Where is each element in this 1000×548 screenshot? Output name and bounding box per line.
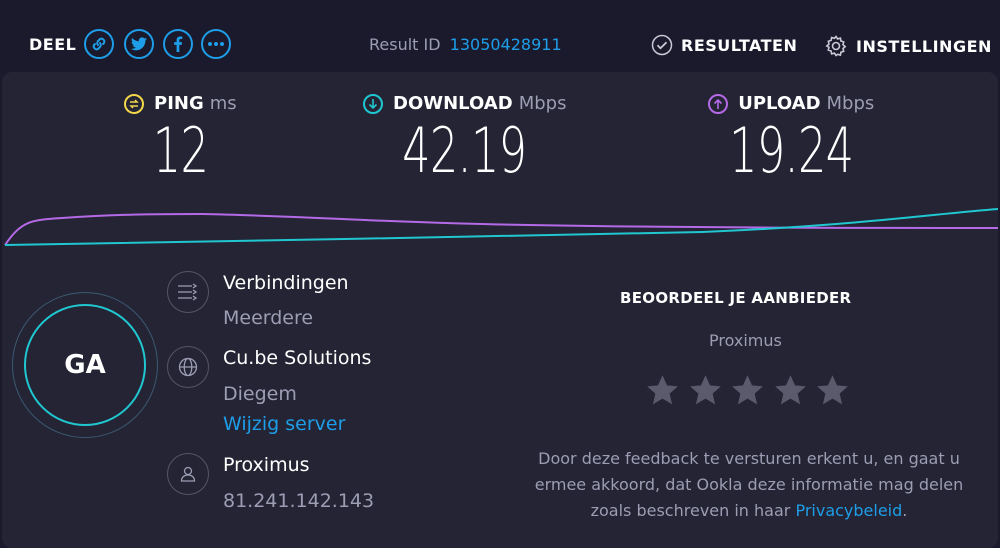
check-circle-icon xyxy=(651,34,673,56)
upload-label: UPLOAD xyxy=(738,93,821,114)
download-value: 42.19 xyxy=(402,114,528,187)
ping-metric: PING ms 12 xyxy=(124,93,237,183)
server-name: Cu.be Solutions xyxy=(223,347,372,369)
speed-graph xyxy=(4,208,998,246)
privacy-policy-link[interactable]: Privacybeleid xyxy=(795,501,902,520)
top-bar: DEEL Result ID 13050428911 RESULTATEN IN… xyxy=(0,0,1000,72)
connections-icon xyxy=(167,271,209,313)
upload-metric: UPLOAD Mbps 19.24 xyxy=(705,93,878,183)
connections-title: Verbindingen xyxy=(223,272,349,294)
ping-value: 12 xyxy=(152,114,209,187)
download-label: DOWNLOAD xyxy=(393,93,513,114)
share-twitter-button[interactable] xyxy=(124,29,154,59)
download-metric: DOWNLOAD Mbps 42.19 xyxy=(363,93,566,183)
ping-icon xyxy=(124,93,144,114)
rating-stars xyxy=(645,373,858,408)
ping-label: PING xyxy=(154,93,204,114)
rate-provider-title: BEOORDEEL JE AANBIEDER xyxy=(620,289,852,307)
rate-provider-name: Proximus xyxy=(709,331,782,350)
server-location: Diegem xyxy=(223,383,297,405)
link-icon xyxy=(92,37,106,51)
upload-icon xyxy=(708,93,729,114)
result-id: Result ID 13050428911 xyxy=(369,35,562,54)
star-2[interactable] xyxy=(688,373,723,408)
star-1[interactable] xyxy=(645,373,680,408)
share-link-button[interactable] xyxy=(84,29,114,59)
ping-unit: ms xyxy=(209,93,237,114)
results-label: RESULTATEN xyxy=(681,35,798,55)
results-button[interactable]: RESULTATEN xyxy=(651,34,797,56)
go-button[interactable]: GA xyxy=(24,304,146,426)
share-more-button[interactable] xyxy=(201,29,231,59)
star-4[interactable] xyxy=(773,373,808,408)
upload-unit: Mbps xyxy=(826,93,875,114)
upload-value: 19.24 xyxy=(729,114,854,187)
connections-value[interactable]: Meerdere xyxy=(223,307,313,329)
settings-button[interactable]: INSTELLINGEN xyxy=(824,34,992,58)
globe-icon xyxy=(167,346,209,388)
result-id-value[interactable]: 13050428911 xyxy=(450,35,562,54)
twitter-icon xyxy=(131,37,147,51)
download-unit: Mbps xyxy=(518,93,567,114)
upload-speed-line xyxy=(4,212,998,246)
isp-ip: 81.241.142.143 xyxy=(223,490,375,512)
result-id-label: Result ID xyxy=(369,35,441,54)
more-icon xyxy=(208,42,224,46)
star-3[interactable] xyxy=(730,373,765,408)
share-facebook-button[interactable] xyxy=(163,29,193,59)
download-icon xyxy=(363,93,383,114)
isp-name: Proximus xyxy=(223,454,310,476)
settings-label: INSTELLINGEN xyxy=(856,36,992,56)
change-server-link[interactable]: Wijzig server xyxy=(223,413,345,435)
gear-icon xyxy=(825,35,847,57)
star-5[interactable] xyxy=(815,373,850,408)
share-label: DEEL xyxy=(29,35,77,54)
facebook-icon xyxy=(174,36,183,52)
user-icon xyxy=(167,453,209,495)
disclaimer-suffix: . xyxy=(902,501,908,520)
feedback-disclaimer: Door deze feedback te versturen erkent u… xyxy=(520,446,978,524)
